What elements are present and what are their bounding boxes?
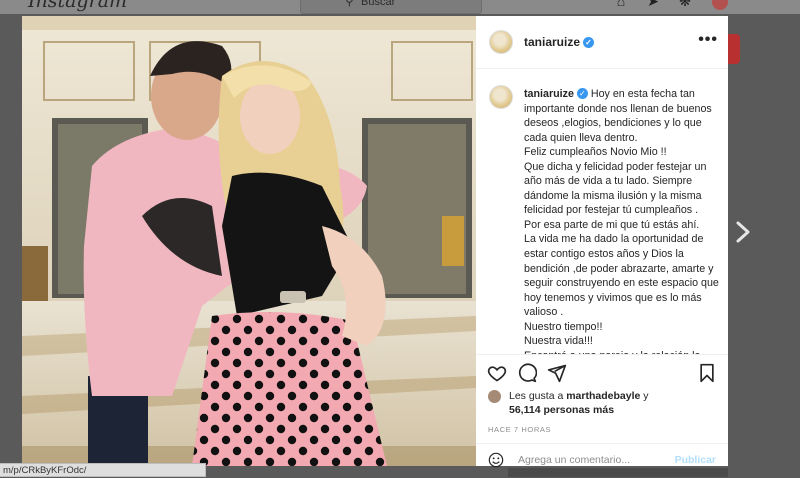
save-bookmark-icon[interactable]	[697, 363, 717, 383]
post-image[interactable]	[22, 16, 476, 466]
post-timestamp[interactable]: HACE 7 HORAS	[488, 425, 551, 434]
caption-author-avatar[interactable]	[489, 85, 513, 109]
caption-username[interactable]: taniaruize	[524, 88, 574, 100]
comment-input[interactable]: Agrega un comentario...	[518, 454, 630, 466]
caption-verified-badge-icon: ✓	[576, 88, 588, 99]
author-username-text[interactable]: taniaruize	[524, 35, 580, 49]
status-url-bar: m/p/CRkByKFrOdc/	[0, 463, 206, 477]
caption-body: Hoy en esta fecha tan importante donde n…	[524, 88, 719, 354]
likes-summary: Les gusta a marthadebayle y 56,114 perso…	[488, 389, 649, 417]
caption-text: taniaruize ✓ Hoy en esta fecha tan import…	[524, 87, 720, 354]
liker-username[interactable]: marthadebayle	[566, 390, 640, 402]
likes-conjunction: y	[643, 390, 649, 402]
search-input[interactable]: Buscar	[361, 0, 395, 8]
post-header: taniaruize ✓ •••	[476, 16, 728, 69]
emoji-icon[interactable]	[488, 452, 504, 468]
explore-icon[interactable]: ❋	[676, 0, 694, 10]
liker-avatar[interactable]	[488, 390, 501, 403]
search-icon: ⚲	[345, 0, 354, 8]
home-icon[interactable]: ⌂	[612, 0, 630, 10]
background-post-strip	[508, 468, 728, 477]
post-details-panel: taniaruize ✓ ••• taniaruize ✓ Hoy en esta …	[476, 16, 728, 468]
action-bar: Les gusta a marthadebayle y 56,114 perso…	[476, 354, 728, 468]
author-avatar[interactable]	[489, 30, 513, 54]
instagram-logo[interactable]: Instagram	[28, 0, 127, 12]
nav-icons: ⌂ ➤ ❋ ♡	[612, 0, 726, 10]
top-navigation-bar: Instagram ⚲ Buscar ⌂ ➤ ❋ ♡	[0, 0, 800, 14]
search-box[interactable]: ⚲ Buscar	[300, 0, 482, 14]
caption-area: taniaruize ✓ Hoy en esta fecha tan import…	[476, 69, 728, 354]
like-heart-icon[interactable]	[487, 363, 507, 383]
verified-badge-icon: ✓	[583, 37, 595, 48]
comment-icon[interactable]	[517, 363, 537, 383]
publish-button[interactable]: Publicar	[675, 454, 716, 466]
messenger-icon[interactable]: ➤	[644, 0, 662, 10]
next-post-chevron-icon[interactable]	[734, 220, 752, 244]
author-username[interactable]: taniaruize ✓	[524, 35, 595, 49]
likes-count[interactable]: 56,114 personas más	[488, 403, 649, 417]
background-red-button	[728, 34, 740, 64]
likes-prefix: Les gusta a	[509, 390, 564, 402]
more-options-icon[interactable]: •••	[698, 31, 718, 49]
post-photo-illustration	[22, 16, 476, 466]
share-icon[interactable]	[547, 363, 567, 383]
